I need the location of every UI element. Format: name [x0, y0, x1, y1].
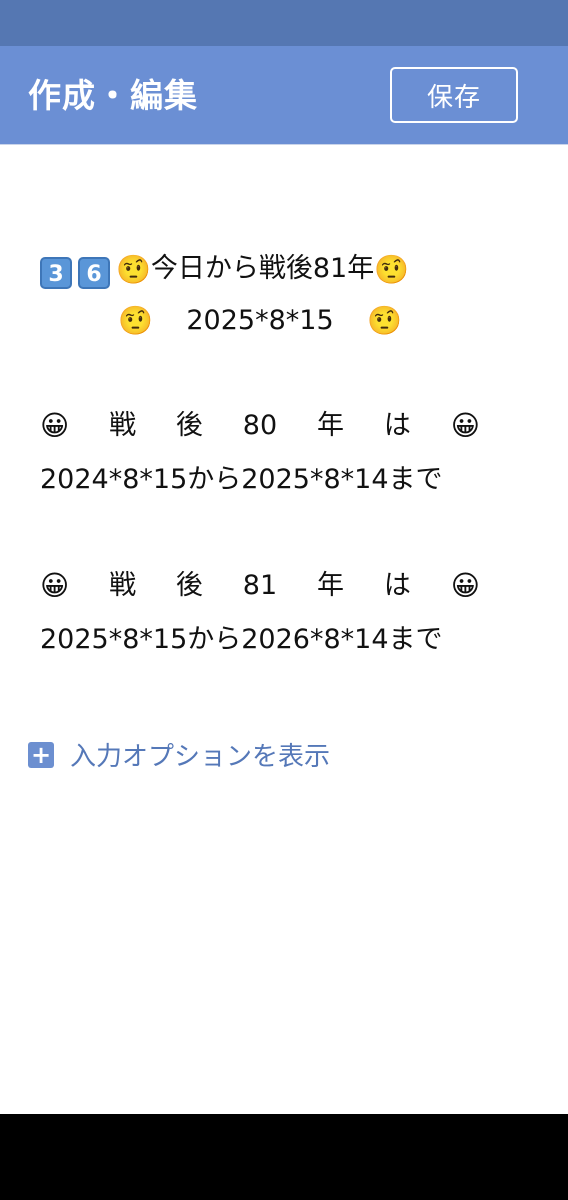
page-title: 作成・編集	[28, 76, 198, 115]
plus-icon: +	[28, 741, 54, 768]
word: 年	[317, 570, 344, 601]
keycap-3-icon: 3	[40, 257, 72, 289]
line-1-text: 今日から戦後81年	[150, 253, 375, 284]
navigation-bar	[0, 1114, 568, 1200]
word: は	[383, 570, 411, 601]
word: 80	[242, 410, 278, 441]
grinning-face-emoji-icon: 😀	[450, 409, 480, 442]
editor-line-1: 3 6 🤨今日から戦後81年🤨	[40, 251, 480, 289]
word: 戦	[109, 410, 137, 441]
word: 後	[175, 570, 203, 601]
post-editor[interactable]: 3 6 🤨今日から戦後81年🤨 🤨 2025*8*15 🤨 😀 戦 後 80 年 は…	[0, 146, 568, 1114]
editor-line-2: 🤨 2025*8*15 🤨	[40, 303, 480, 339]
editor-line-3: 😀 戦 後 80 年 は 😀	[40, 408, 480, 444]
keycap-6-icon: 6	[78, 257, 110, 289]
editor-line-5: 😀 戦 後 81 年 は 😀	[40, 568, 480, 604]
date-text: 2025*8*15	[186, 305, 334, 336]
editor-line-6: 2025*8*15から2026*8*14まで	[40, 624, 443, 655]
raised-eyebrow-emoji-icon: 🤨	[367, 304, 402, 337]
word: 年	[317, 410, 344, 441]
save-button[interactable]: 保存	[390, 67, 518, 123]
raised-eyebrow-emoji-icon: 🤨	[118, 304, 153, 337]
raised-eyebrow-emoji-icon: 🤨	[116, 252, 151, 286]
word: 81	[242, 570, 278, 601]
show-input-options-link[interactable]: + 入力オプションを表示	[28, 736, 330, 773]
app-bar: 作成・編集 保存	[0, 46, 568, 145]
show-input-options-label: 入力オプションを表示	[70, 742, 331, 772]
grinning-face-emoji-icon: 😀	[40, 569, 70, 602]
raised-eyebrow-emoji-icon: 🤨	[374, 252, 410, 286]
grinning-face-emoji-icon: 😀	[40, 409, 70, 442]
word: 戦	[109, 570, 137, 601]
status-bar	[0, 0, 568, 46]
word: 後	[175, 410, 203, 441]
editor-line-4: 2024*8*15から2025*8*14まで	[40, 464, 443, 495]
grinning-face-emoji-icon: 😀	[450, 569, 480, 602]
word: は	[383, 410, 411, 441]
